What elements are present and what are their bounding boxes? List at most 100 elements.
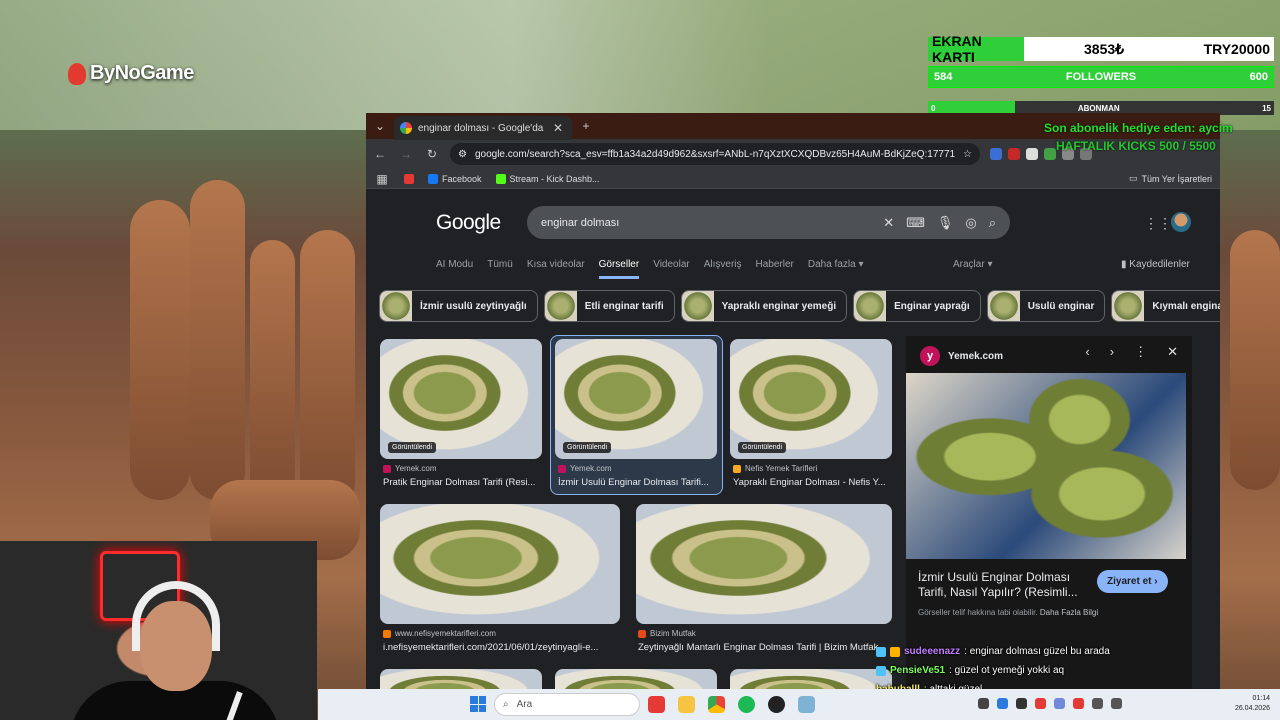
wifi-icon[interactable] xyxy=(1092,698,1103,709)
tab-images[interactable]: Görseller xyxy=(598,259,640,279)
pinned-apps xyxy=(648,696,815,713)
google-favicon-icon xyxy=(400,122,412,134)
chip[interactable]: Yapraklı enginar yemeği xyxy=(680,290,848,322)
chip[interactable]: İzmir usulü zeytinyağlı xyxy=(379,290,538,322)
file-explorer-icon[interactable] xyxy=(678,696,695,713)
youtube-icon xyxy=(404,173,414,184)
extension-icon[interactable] xyxy=(990,148,1002,160)
tab-google-search[interactable]: enginar dolması - Google'da Ara ✕ xyxy=(394,116,572,140)
chip-thumbnail xyxy=(854,291,887,321)
folder-icon: ▭ xyxy=(1128,173,1138,183)
close-icon[interactable]: ✕ xyxy=(1167,344,1178,360)
preview-controls: ‹ › ⋮ ✕ xyxy=(1085,344,1178,360)
next-icon[interactable]: › xyxy=(1110,344,1114,360)
more-options-icon[interactable]: ⋮ xyxy=(1134,344,1147,360)
chip-thumbnail xyxy=(380,291,412,321)
clear-icon[interactable]: ✕ xyxy=(883,215,894,231)
preview-source[interactable]: y Yemek.com xyxy=(920,346,1003,366)
chip-thumbnail xyxy=(1112,291,1145,321)
chip[interactable]: Usulü enginar xyxy=(986,290,1106,322)
result-source[interactable]: Yemek.com xyxy=(383,464,437,473)
result-image[interactable]: Görüntülendi xyxy=(730,339,892,459)
gpu-goal-bar: EKRAN KARTI 3853₺ TRY20000 xyxy=(928,33,1274,65)
tab-search-icon[interactable]: ⌄ xyxy=(372,119,388,133)
chip[interactable]: Kıymalı enginar xyxy=(1111,290,1220,322)
result-source[interactable]: Bizim Mutfak xyxy=(638,629,696,638)
search-icon[interactable]: ⌕ xyxy=(989,215,996,231)
tab-videos[interactable]: Videolar xyxy=(653,259,690,279)
search-icon: ⌕ xyxy=(503,699,509,710)
extension-icon[interactable] xyxy=(1008,148,1020,160)
tray-icon[interactable] xyxy=(1073,698,1084,709)
bookmark-kick[interactable]: Stream - Kick Dashb... xyxy=(495,173,600,184)
chip[interactable]: Etli enginar tarifi xyxy=(543,290,675,322)
result-source[interactable]: Nefis Yemek Tarifleri xyxy=(733,464,817,473)
volume-icon[interactable] xyxy=(1111,698,1122,709)
tray-icon[interactable] xyxy=(1054,698,1065,709)
tools-button[interactable]: Araçlar ▾ xyxy=(953,259,992,270)
tab-ai-mode[interactable]: AI Modu xyxy=(436,259,473,279)
saved-button[interactable]: ▮ Kaydedilenler xyxy=(1121,259,1190,270)
visit-button[interactable]: Ziyaret et › xyxy=(1097,570,1168,593)
microphone-icon[interactable]: 🎙 xyxy=(937,215,954,231)
result-image[interactable]: Görüntülendi xyxy=(380,339,542,459)
browser-window: ⌄ enginar dolması - Google'da Ara ✕ + ← … xyxy=(366,113,1220,720)
new-tab-button[interactable]: + xyxy=(578,119,594,133)
site-info-icon[interactable]: ⚙ xyxy=(458,149,467,160)
result-title[interactable]: Yapraklı Enginar Dolması - Nefis Y... xyxy=(733,477,893,488)
yemek-logo-icon: y xyxy=(920,346,940,366)
search-input[interactable]: enginar dolması ✕ ⌨ 🎙 ◎ ⌕ xyxy=(527,206,1010,239)
result-image[interactable]: Görüntülendi xyxy=(555,339,717,459)
tab-shopping[interactable]: Alışveriş xyxy=(704,259,742,279)
preview-image[interactable] xyxy=(906,373,1186,559)
result-source[interactable]: Yemek.com xyxy=(558,464,612,473)
chat-message: sudeeenazz: enginar dolması güzel bu ara… xyxy=(876,642,1206,661)
lens-icon[interactable]: ◎ xyxy=(965,215,976,231)
learn-more-link[interactable]: Daha Fazla Bilgi xyxy=(1040,608,1098,617)
start-icon[interactable] xyxy=(470,696,486,712)
result-source[interactable]: www.nefisyemektarifleri.com xyxy=(383,629,496,638)
close-tab-icon[interactable]: ✕ xyxy=(550,121,566,135)
chip[interactable]: Enginar yaprağı xyxy=(853,290,981,322)
bookmark-youtube[interactable] xyxy=(404,173,414,184)
chat-message: PensieVe51: güzel ot yemeği yokki aq xyxy=(876,661,1206,680)
account-avatar[interactable] xyxy=(1171,212,1191,232)
forward-icon[interactable]: → xyxy=(398,147,414,161)
tab-news[interactable]: Haberler xyxy=(756,259,794,279)
extension-icon[interactable] xyxy=(1044,148,1056,160)
google-logo[interactable]: Google xyxy=(436,211,501,235)
prev-icon[interactable]: ‹ xyxy=(1085,344,1089,360)
chrome-icon[interactable] xyxy=(708,696,725,713)
result-title[interactable]: Zeytinyağlı Mantarlı Enginar Dolması Tar… xyxy=(638,642,892,653)
result-image[interactable] xyxy=(636,504,892,624)
tray-icon[interactable] xyxy=(997,698,1008,709)
taskbar-search[interactable]: ⌕ Ara xyxy=(494,693,640,716)
spotify-icon[interactable] xyxy=(738,696,755,713)
all-bookmarks[interactable]: ▭ Tüm Yer İşaretleri xyxy=(1129,173,1212,184)
url-field[interactable]: ⚙ google.com/search?sca_esv=ffb1a34a2d49… xyxy=(450,143,980,165)
tab-all[interactable]: Tümü xyxy=(487,259,513,279)
preview-title[interactable]: İzmir Usulü Enginar Dolması Tarifi, Nası… xyxy=(918,570,1088,600)
bookmark-star-icon[interactable]: ☆ xyxy=(963,149,972,160)
apps-grid-icon[interactable]: ▦ xyxy=(374,172,390,186)
tray-icon[interactable] xyxy=(978,698,989,709)
app-icon[interactable] xyxy=(648,696,665,713)
tab-short-videos[interactable]: Kısa videolar xyxy=(527,259,585,279)
bookmark-facebook[interactable]: Facebook xyxy=(428,173,482,184)
app-icon[interactable] xyxy=(798,696,815,713)
tab-more[interactable]: Daha fazla ▾ xyxy=(808,259,864,279)
facebook-icon xyxy=(428,173,438,184)
extension-icon[interactable] xyxy=(1026,148,1038,160)
result-title[interactable]: Pratik Enginar Dolması Tarifi (Resi... xyxy=(383,477,543,488)
back-icon[interactable]: ← xyxy=(372,147,388,161)
followers-goal-bar: 584 FOLLOWERS 600 xyxy=(928,66,1274,88)
tray-icon[interactable] xyxy=(1035,698,1046,709)
result-title[interactable]: i.nefisyemektarifleri.com/2021/06/01/zey… xyxy=(383,642,623,653)
result-image[interactable] xyxy=(380,504,620,624)
tray-icon[interactable] xyxy=(1016,698,1027,709)
result-title[interactable]: İzmir Usulü Enginar Dolması Tarifi... xyxy=(558,477,718,488)
app-icon[interactable] xyxy=(768,696,785,713)
clock[interactable]: 01:14 26.04.2026 xyxy=(1235,694,1270,714)
keyboard-icon[interactable]: ⌨ xyxy=(906,215,925,231)
reload-icon[interactable]: ↻ xyxy=(424,147,440,161)
